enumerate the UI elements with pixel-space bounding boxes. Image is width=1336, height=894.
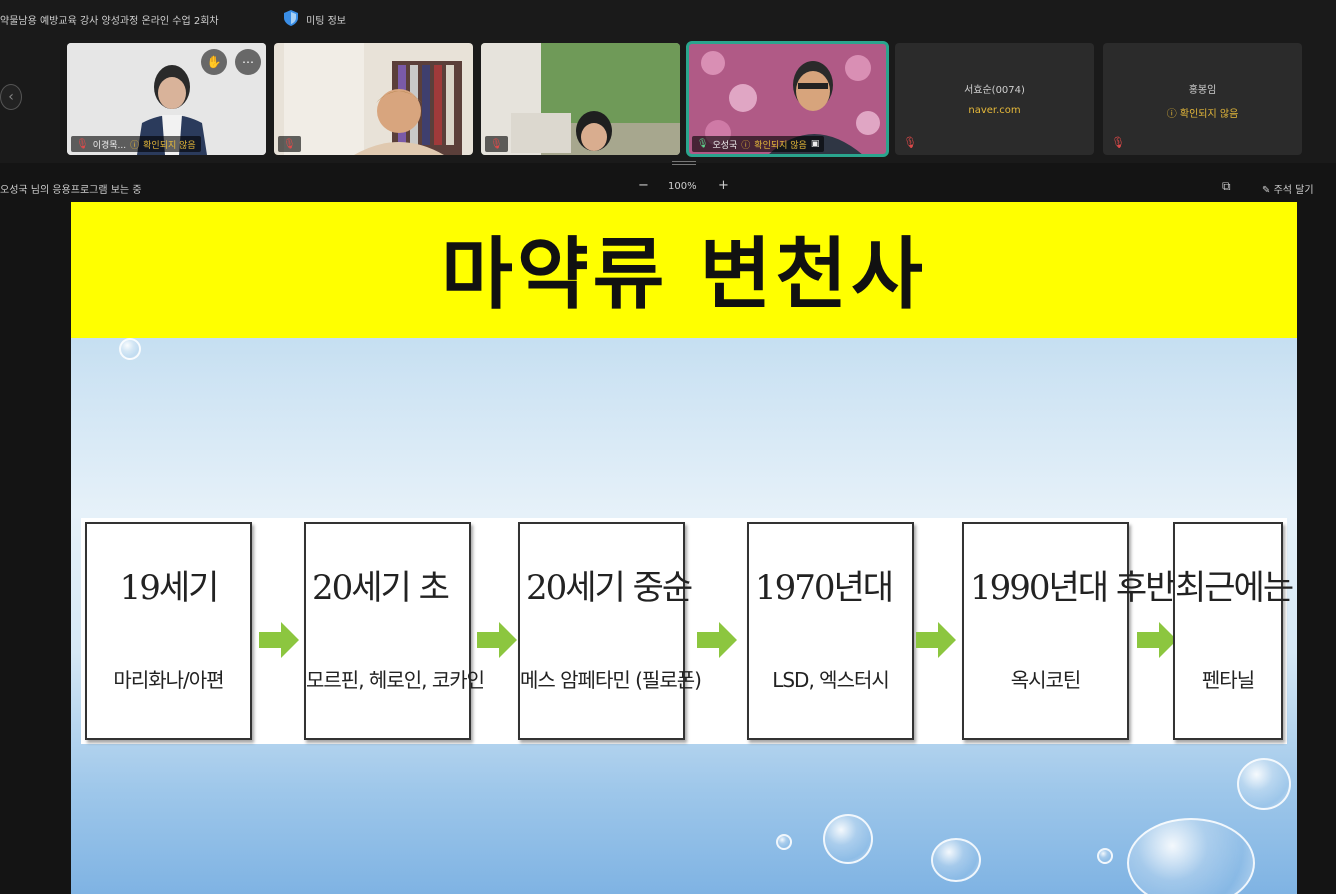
- timeline-card: 19세기 마리화나/아편: [85, 522, 252, 740]
- participant-status: 확인되지 않음: [143, 140, 196, 151]
- arrow-right-icon: [916, 622, 956, 658]
- arrow-right-icon: [259, 622, 299, 658]
- pen-icon: ✎: [1262, 185, 1271, 196]
- timeline-era: 20세기 초: [312, 568, 450, 608]
- timeline-era: 1970년대: [755, 568, 894, 608]
- participant-name: 서효순(0074): [964, 85, 1025, 96]
- more-options-button[interactable]: ⋯: [235, 49, 261, 75]
- participant-label: 🎙 이경목... ⓘ 확인되지 않음: [71, 136, 201, 152]
- timeline-era: 20세기 중순: [526, 568, 693, 608]
- shared-screen: 마약류 변천사 19세기 마리화나/아편 20세기 초 모르핀, 헤로인, 코카…: [71, 202, 1297, 894]
- participant-email: naver.com: [968, 105, 1021, 116]
- annotate-button[interactable]: ✎ 주석 달기: [1262, 181, 1314, 196]
- meeting-info-link[interactable]: 미팅 정보: [306, 12, 346, 27]
- mic-off-icon: 🎙: [490, 138, 503, 150]
- arrow-right-icon: [697, 622, 737, 658]
- warning-icon: ⓘ: [1166, 109, 1177, 120]
- participant-tile[interactable]: ✋ ⋯ 🎙 이경목... ⓘ 확인되지 않음: [67, 43, 266, 155]
- timeline-drugs: 옥시코틴: [1010, 668, 1082, 692]
- participant-label: 🎙: [278, 136, 301, 152]
- bubble-decoration: [776, 834, 792, 850]
- timeline-card: 1970년대 LSD, 엑스터시: [747, 522, 914, 740]
- warning-icon: ⓘ: [741, 140, 751, 151]
- participant-status-text: 확인되지 않음: [1179, 109, 1239, 120]
- mic-off-icon: 🎙: [1111, 136, 1125, 149]
- annotate-label: 주석 달기: [1273, 185, 1314, 196]
- mic-off-icon: 🎙: [903, 136, 917, 149]
- gallery-resize-handle[interactable]: [672, 161, 696, 165]
- participant-label: 🎙 오성국 ⓘ 확인되지 않음 ▣: [692, 136, 825, 152]
- timeline-era: 1990년대 후반: [970, 568, 1176, 608]
- zoom-level[interactable]: 100%: [668, 181, 697, 192]
- timeline-card: 20세기 초 모르핀, 헤로인, 코카인: [304, 522, 485, 740]
- more-icon: ⋯: [242, 55, 254, 69]
- share-toolbar: 오성국 님의 응용프로그램 보는 중 − 100% + ⧉ ✎ 주석 달기: [0, 176, 1336, 198]
- meeting-title: 약물남용 예방교육 강사 양성과정 온라인 수업 2회차: [0, 16, 219, 27]
- bubble-decoration: [1097, 848, 1113, 864]
- arrow-right-icon: [477, 622, 517, 658]
- screen-share-icon: ▣: [810, 139, 820, 149]
- reaction-button[interactable]: ✋: [201, 49, 227, 75]
- mic-on-icon: 🎙: [697, 139, 709, 149]
- shield-icon[interactable]: [284, 10, 298, 26]
- timeline-drugs: 모르핀, 헤로인, 코카인: [306, 668, 485, 692]
- bubble-decoration: [119, 338, 141, 360]
- view-options-icon[interactable]: ⧉: [1222, 179, 1231, 194]
- previous-page-button[interactable]: ‹: [0, 84, 22, 110]
- participant-video: [274, 43, 473, 155]
- arrow-right-icon: [1137, 622, 1177, 658]
- slide-title: 마약류 변천사: [441, 230, 927, 320]
- participant-tile[interactable]: 🎙: [481, 43, 680, 155]
- bubble-decoration: [931, 838, 981, 882]
- timeline-drugs: 펜타닐: [1201, 668, 1255, 692]
- title-bar: 약물남용 예방교육 강사 양성과정 온라인 수업 2회차 미팅 정보: [0, 0, 1336, 38]
- timeline-card: 20세기 중순 메스 암페타민 (필로폰): [518, 522, 702, 740]
- timeline-drugs: 메스 암페타민 (필로폰): [520, 668, 702, 692]
- timeline-card: 1990년대 후반 옥시코틴: [962, 522, 1176, 740]
- mic-off-icon: 🎙: [283, 138, 296, 150]
- timeline-era: 최근에는: [1175, 568, 1294, 608]
- timeline-drugs: LSD, 엑스터시: [772, 668, 890, 692]
- timeline-drugs: 마리화나/아편: [113, 668, 224, 692]
- participant-tile[interactable]: 홍봉임 ⓘ 확인되지 않음 🎙: [1103, 43, 1302, 155]
- zoom-in-button[interactable]: +: [718, 178, 729, 193]
- participant-label: 🎙: [485, 136, 508, 152]
- participant-name: 이경목...: [92, 140, 127, 151]
- bubble-decoration: [1237, 758, 1291, 810]
- participant-video: [481, 43, 680, 155]
- hand-icon: ✋: [206, 55, 222, 69]
- warning-icon: ⓘ: [130, 140, 140, 151]
- participant-name: 오성국: [712, 140, 738, 151]
- participant-tile[interactable]: 서효순(0074) naver.com 🎙: [895, 43, 1094, 155]
- participant-status: 확인되지 않음: [754, 140, 807, 151]
- viewing-status: 오성국 님의 응용프로그램 보는 중: [0, 185, 142, 196]
- timeline-era: 19세기: [119, 568, 220, 608]
- zoom-out-button[interactable]: −: [638, 178, 649, 193]
- chevron-left-icon: ‹: [8, 89, 14, 105]
- mic-off-icon: 🎙: [76, 138, 89, 150]
- participant-tile-active[interactable]: 🎙 오성국 ⓘ 확인되지 않음 ▣: [686, 41, 889, 157]
- participant-tile[interactable]: 🎙: [274, 43, 473, 155]
- bubble-decoration: [1127, 818, 1255, 894]
- participant-name: 홍봉임: [1188, 85, 1217, 96]
- participant-status: ⓘ 확인되지 않음: [1103, 105, 1302, 120]
- timeline-card: 최근에는 펜타닐: [1173, 522, 1294, 740]
- bubble-decoration: [823, 814, 873, 864]
